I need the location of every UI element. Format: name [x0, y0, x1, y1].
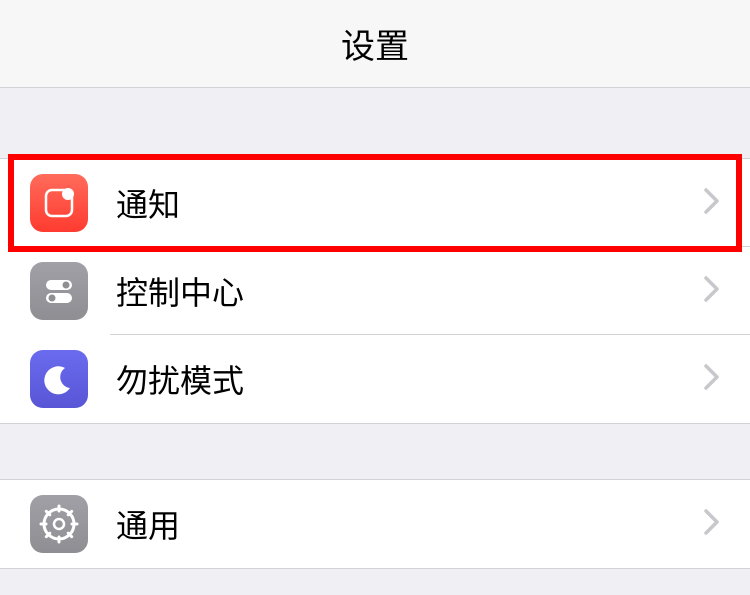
moon-icon	[30, 350, 88, 408]
settings-row-general[interactable]: 通用	[0, 480, 750, 568]
notifications-icon	[30, 174, 88, 232]
row-label: 控制中心	[116, 268, 704, 314]
page-title: 设置	[341, 19, 409, 68]
section-gap	[0, 88, 750, 158]
settings-row-do-not-disturb[interactable]: 勿扰模式	[0, 335, 750, 423]
header: 设置	[0, 0, 750, 88]
settings-section-1: 通知 控制中心 勿扰模式	[0, 158, 750, 424]
section-gap	[0, 424, 750, 479]
settings-row-control-center[interactable]: 控制中心	[0, 247, 750, 335]
toggle-icon	[30, 262, 88, 320]
settings-row-notifications[interactable]: 通知	[0, 159, 750, 247]
chevron-right-icon	[704, 509, 720, 540]
row-label: 通知	[116, 180, 704, 226]
row-label: 勿扰模式	[116, 356, 704, 402]
settings-section-2: 通用	[0, 479, 750, 569]
chevron-right-icon	[704, 364, 720, 395]
row-label: 通用	[116, 501, 704, 547]
chevron-right-icon	[704, 276, 720, 307]
gear-icon	[30, 495, 88, 553]
chevron-right-icon	[704, 188, 720, 219]
